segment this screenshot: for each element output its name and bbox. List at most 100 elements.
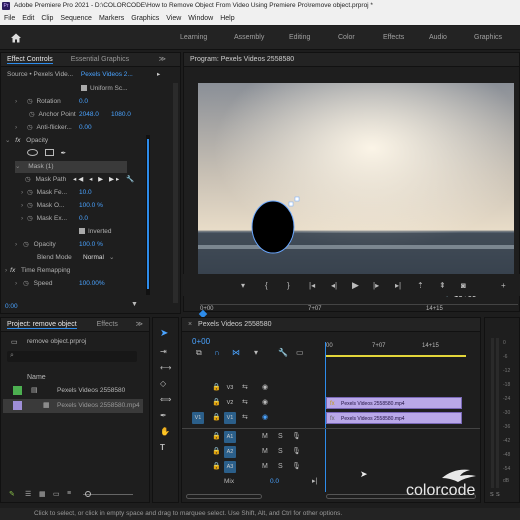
sync-lock-icon[interactable]: ⇆: [242, 399, 248, 407]
menu-markers[interactable]: Markers: [99, 12, 124, 25]
expand-chevron-icon[interactable]: ›: [15, 124, 17, 131]
video-preview[interactable]: [198, 83, 514, 287]
add-button-icon[interactable]: +: [501, 282, 506, 290]
expand-chevron-icon[interactable]: ›: [15, 98, 17, 105]
program-monitor-title[interactable]: Program: Pexels Videos 2558580: [190, 56, 294, 63]
ripple-edit-tool-icon[interactable]: ⟷: [160, 364, 171, 372]
stopwatch-icon[interactable]: ◷: [27, 98, 33, 105]
blend-mode-select[interactable]: Normal: [83, 252, 104, 264]
effect-controls-timecode[interactable]: 0:00: [5, 303, 18, 310]
stopwatch-icon[interactable]: ◷: [29, 111, 35, 118]
opacity-value[interactable]: 100.0 %: [79, 239, 103, 251]
workspace-graphics[interactable]: Graphics: [474, 34, 502, 41]
play-icon[interactable]: ▶: [352, 281, 359, 290]
type-tool-icon[interactable]: T: [160, 444, 165, 452]
go-to-end-icon[interactable]: ▸|: [312, 477, 317, 485]
add-marker-icon[interactable]: ▾: [254, 349, 258, 357]
extract-icon[interactable]: ⇞: [439, 282, 446, 290]
sync-lock-icon[interactable]: ⇆: [242, 414, 248, 422]
pen-tool-icon[interactable]: ✒: [61, 150, 66, 157]
freeform-view-icon[interactable]: ▭: [53, 490, 60, 498]
microphone-icon[interactable]: 🎙: [292, 433, 301, 441]
collapse-chevron-icon[interactable]: ⌄: [15, 163, 20, 170]
project-item[interactable]: ▦ Pexels Videos 2558580.mp4: [3, 399, 143, 413]
stopwatch-icon[interactable]: ◷: [27, 189, 33, 196]
project-item[interactable]: ▤ Pexels Videos 2558580: [3, 384, 143, 398]
menu-graphics[interactable]: Graphics: [131, 12, 159, 25]
icon-view-icon[interactable]: ▦: [39, 490, 46, 498]
filter-icon[interactable]: ▼: [131, 301, 138, 308]
work-area-bar[interactable]: [326, 355, 466, 357]
timeline-sequence-tab[interactable]: Pexels Videos 2558580: [198, 321, 271, 328]
anchor-y-value[interactable]: 1080.0: [111, 109, 131, 121]
workspace-color[interactable]: Color: [338, 34, 355, 41]
source-patch-v1[interactable]: V1: [192, 412, 204, 424]
stopwatch-icon[interactable]: ◷: [27, 124, 33, 131]
list-view-icon[interactable]: ☰: [25, 490, 31, 498]
collapse-chevron-icon[interactable]: ⌄: [5, 137, 10, 144]
eye-icon[interactable]: ◉: [262, 399, 268, 407]
panel-menu-icon[interactable]: ≫: [136, 318, 143, 332]
microphone-icon[interactable]: 🎙: [292, 448, 301, 456]
tab-effect-controls[interactable]: Effect Controls: [7, 56, 53, 64]
chevron-down-icon[interactable]: ⌄: [109, 252, 114, 264]
effect-controls-scrollbar[interactable]: [173, 83, 178, 303]
mask-tracking-controls[interactable]: ◂◀ ◂ ▶ ▶▸: [73, 176, 121, 183]
panel-menu-icon[interactable]: ≫: [159, 53, 166, 67]
home-icon[interactable]: [10, 32, 22, 44]
horizontal-scrollbar[interactable]: [186, 494, 262, 499]
timeline-timecode[interactable]: 0+00: [192, 337, 210, 346]
menu-edit[interactable]: Edit: [22, 12, 34, 25]
menu-help[interactable]: Help: [220, 12, 234, 25]
workspace-assembly[interactable]: Assembly: [234, 34, 264, 41]
track-label-v1[interactable]: V1: [224, 412, 236, 424]
video-audio-divider[interactable]: [182, 428, 480, 429]
microphone-icon[interactable]: 🎙: [292, 463, 301, 471]
go-to-in-icon[interactable]: |◂: [309, 282, 315, 290]
stopwatch-icon[interactable]: ◷: [25, 176, 31, 183]
inverted-checkbox[interactable]: [79, 228, 85, 234]
source-sequence-link[interactable]: Pexels Videos 2...: [81, 71, 133, 78]
mask-row[interactable]: ⌄ Mask (1): [15, 161, 127, 173]
workspace-effects[interactable]: Effects: [383, 34, 404, 41]
captions-icon[interactable]: ▭: [296, 349, 304, 357]
mute-button[interactable]: M: [262, 463, 268, 471]
wrench-icon[interactable]: 🔧: [278, 349, 288, 357]
mix-value[interactable]: 0.0: [270, 478, 279, 485]
track-label-v3[interactable]: V3: [224, 382, 236, 394]
source-label[interactable]: Source • Pexels Vide...: [7, 71, 73, 78]
name-column-header[interactable]: Name: [27, 374, 46, 381]
mark-in-icon[interactable]: {: [265, 282, 268, 290]
track-select-tool-icon[interactable]: ⇥: [160, 348, 167, 356]
close-icon[interactable]: ×: [188, 321, 192, 328]
mask-expansion-value[interactable]: 0.0: [79, 213, 88, 225]
mark-out-icon[interactable]: }: [287, 282, 290, 290]
label-color-swatch[interactable]: [13, 386, 22, 395]
lift-icon[interactable]: ⇡: [417, 282, 424, 290]
track-label-a3[interactable]: A3: [224, 461, 236, 473]
rotation-value[interactable]: 0.0: [79, 96, 88, 108]
snap-icon[interactable]: ∩: [214, 349, 220, 357]
workspace-learning[interactable]: Learning: [180, 34, 207, 41]
step-back-icon[interactable]: ◂|: [331, 282, 337, 290]
pencil-icon[interactable]: ✎: [9, 490, 15, 498]
sort-icon[interactable]: ≡: [67, 490, 71, 497]
mask-feather-value[interactable]: 10.0: [79, 187, 92, 199]
selection-tool-icon[interactable]: ➤: [160, 329, 168, 339]
stopwatch-icon[interactable]: ◷: [27, 202, 33, 209]
hand-tool-icon[interactable]: ✋: [160, 428, 170, 436]
track-label-v2[interactable]: V2: [224, 397, 236, 409]
stopwatch-icon[interactable]: ◷: [23, 241, 29, 248]
antiflicker-value[interactable]: 0.00: [79, 122, 92, 134]
go-to-out-icon[interactable]: ▸|: [395, 282, 401, 290]
stopwatch-icon[interactable]: ◷: [27, 215, 33, 222]
play-icon[interactable]: ▸: [157, 69, 160, 81]
solo-button[interactable]: S: [278, 448, 283, 456]
menu-clip[interactable]: Clip: [41, 12, 53, 25]
lock-icon[interactable]: 🔒: [212, 433, 221, 441]
label-color-swatch[interactable]: [13, 401, 22, 410]
speed-value[interactable]: 100.00%: [79, 278, 105, 290]
pen-tool-icon[interactable]: ✒: [160, 412, 167, 420]
stopwatch-icon[interactable]: ◷: [23, 280, 29, 287]
solo-button[interactable]: S: [278, 433, 283, 441]
